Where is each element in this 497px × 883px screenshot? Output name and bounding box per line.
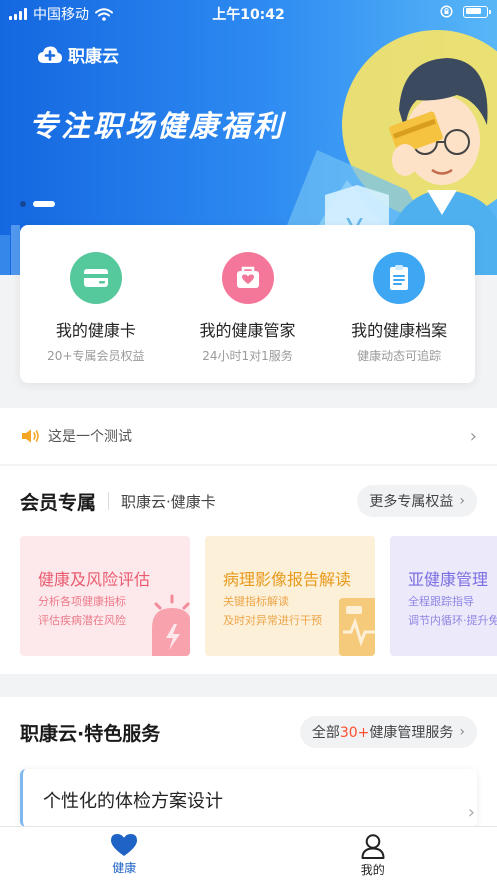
tab-mine[interactable]: 我的	[249, 827, 497, 883]
benefit-title: 亚健康管理	[408, 570, 489, 589]
logo-text: 职康云	[68, 47, 119, 67]
service-item[interactable]: 个性化的体检方案设计	[20, 769, 477, 827]
carousel-dot[interactable]	[20, 201, 26, 207]
tab-label: 健康	[112, 861, 137, 875]
alarm-icon	[152, 594, 190, 656]
section-subtitle: 职康云·健康卡	[121, 492, 216, 511]
chevron-right-icon: ›	[467, 802, 475, 823]
banner-slogan: 专注职场健康福利	[29, 109, 286, 143]
quick-links-card: 我的健康卡 20+专属会员权益 我的健康管家 24小时1对1服务 我的健康档案 …	[20, 225, 475, 383]
app-logo: 职康云	[37, 42, 119, 67]
status-bar: 中国移动 上午10:42	[0, 0, 497, 26]
health-record-link[interactable]: 我的健康档案 健康动态可追踪	[323, 225, 475, 383]
divider	[108, 492, 110, 510]
status-time: 上午10:42	[212, 7, 285, 23]
quick-link-subtitle: 24小时1对1服务	[202, 349, 293, 363]
benefit-title: 病理影像报告解读	[223, 570, 352, 589]
tab-label: 我的	[360, 863, 385, 877]
chevron-right-icon: ›	[459, 493, 465, 509]
card-icon	[69, 252, 122, 304]
service-count-highlight: 30+	[339, 725, 370, 741]
member-exclusive-section: 会员专属 职康云·健康卡 更多专属权益 › 健康及风险评估 分析各项健康指标 评…	[0, 466, 497, 674]
benefit-title: 健康及风险评估	[38, 570, 151, 589]
quick-link-subtitle: 健康动态可追踪	[357, 349, 442, 363]
bottom-tab-bar: 健康 我的	[0, 826, 497, 883]
health-card-link[interactable]: 我的健康卡 20+专属会员权益	[20, 225, 172, 383]
special-services-section: 职康云·特色服务 全部30+健康管理服务 › 个性化的体检方案设计 ›	[0, 697, 497, 827]
quick-link-title: 我的健康卡	[55, 321, 136, 340]
all-services-button[interactable]: 全部30+健康管理服务 ›	[299, 716, 477, 748]
quick-link-title: 我的健康管家	[199, 321, 296, 340]
benefit-desc: 全程跟踪指导	[408, 595, 474, 608]
chevron-right-icon: ›	[469, 425, 477, 447]
chevron-right-icon: ›	[459, 724, 465, 740]
all-services-label: 全部30+健康管理服务	[311, 725, 454, 741]
benefit-desc: 调节内循环·提升免疫	[408, 614, 497, 627]
section-title: 职康云·特色服务	[20, 722, 161, 745]
quick-link-title: 我的健康档案	[351, 321, 448, 340]
report-scan-icon	[339, 598, 375, 656]
notice-text: 这是一个测试	[48, 429, 132, 445]
person-icon	[361, 834, 385, 859]
benefit-card-report-reading[interactable]: 病理影像报告解读 关键指标解读 及时对异常进行干预	[205, 536, 375, 656]
heart-icon	[111, 834, 138, 856]
notice-bar[interactable]: 这是一个测试 ›	[0, 408, 497, 464]
battery-icon	[463, 5, 491, 18]
document-icon	[373, 252, 426, 304]
more-benefits-label: 更多专属权益	[369, 494, 454, 510]
benefit-card-risk-assessment[interactable]: 健康及风险评估 分析各项健康指标 评估疾病潜在风险	[20, 536, 190, 656]
benefit-cards-scroller[interactable]: 健康及风险评估 分析各项健康指标 评估疾病潜在风险 病理影像报告解读 关键指标解…	[20, 536, 497, 658]
benefit-card-subhealth[interactable]: 亚健康管理 全程跟踪指导 调节内循环·提升免疫	[390, 536, 497, 656]
carousel-indicator[interactable]	[20, 201, 55, 207]
cloud-plus-icon	[38, 46, 62, 63]
service-item-title: 个性化的体检方案设计	[43, 791, 223, 812]
quick-link-subtitle: 20+专属会员权益	[47, 349, 145, 363]
speaker-icon	[22, 429, 39, 443]
health-steward-link[interactable]: 我的健康管家 24小时1对1服务	[172, 225, 324, 383]
carousel-dot-active[interactable]	[33, 201, 55, 207]
steward-icon	[221, 252, 274, 304]
orientation-lock-icon	[440, 5, 453, 18]
more-benefits-button[interactable]: 更多专属权益 ›	[357, 485, 477, 517]
tab-health[interactable]: 健康	[0, 827, 249, 883]
section-title: 会员专属	[20, 491, 97, 514]
